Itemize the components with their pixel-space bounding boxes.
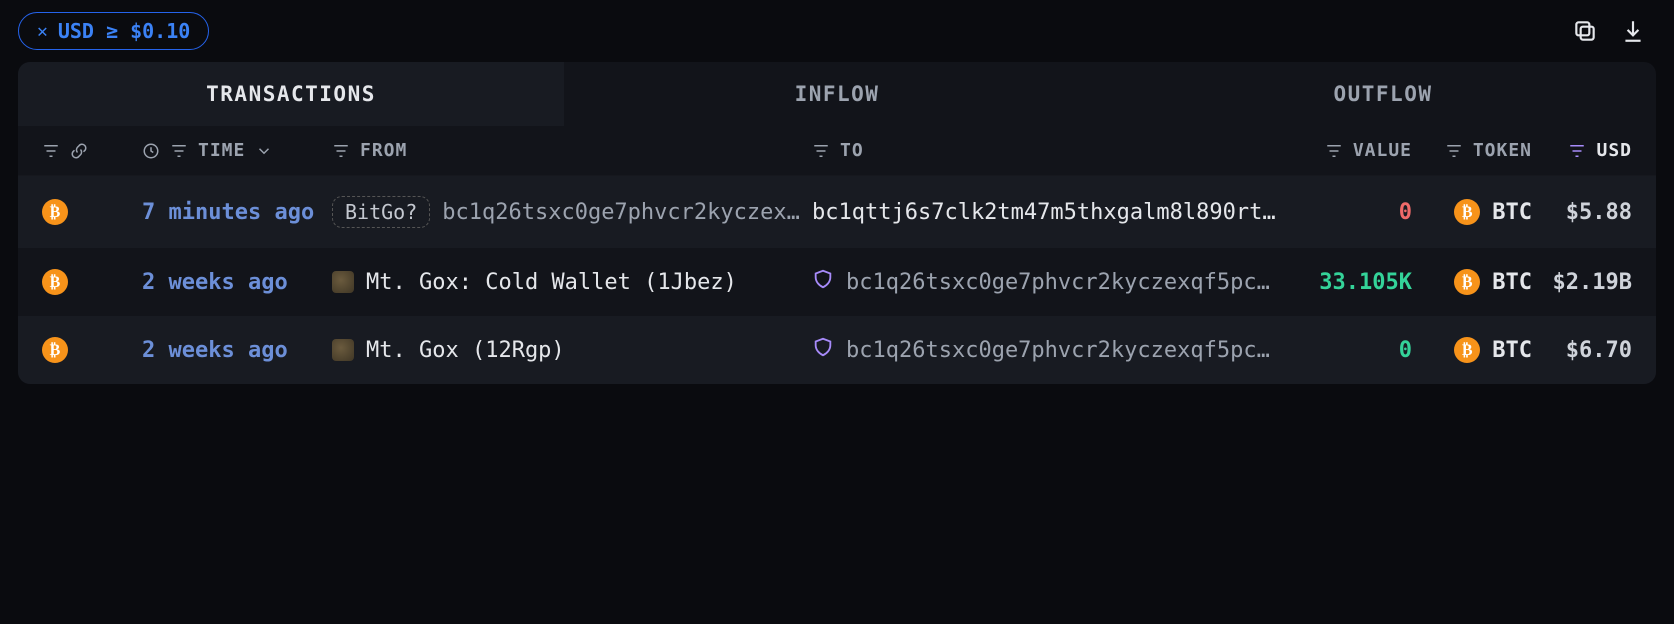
shield-icon — [812, 336, 834, 364]
header-from-label: FROM — [360, 140, 407, 161]
header-time-label: TIME — [198, 140, 245, 161]
header-chain[interactable] — [42, 142, 142, 160]
filter-chip-usd[interactable]: ✕ USD ≥ $0.10 — [18, 12, 209, 50]
time-label: 2 weeks ago — [142, 338, 288, 363]
header-value-label: VALUE — [1353, 140, 1412, 161]
token-label: BTC — [1492, 338, 1532, 363]
from-address[interactable]: bc1q26tsxc0ge7phvcr2kyczexqf… — [442, 200, 812, 225]
shield-icon — [812, 268, 834, 296]
table-row[interactable]: ₿ 7 minutes ago BitGo? bc1q26tsxc0ge7phv… — [18, 176, 1656, 248]
entity-badge[interactable]: BitGo? — [332, 196, 430, 228]
header-token[interactable]: TOKEN — [1412, 140, 1532, 161]
time-label: 7 minutes ago — [142, 200, 314, 225]
filter-icon — [332, 142, 350, 160]
filter-icon — [42, 142, 60, 160]
header-to[interactable]: TO — [812, 140, 1282, 161]
header-usd[interactable]: USD — [1532, 140, 1632, 161]
filter-icon — [170, 142, 188, 160]
from-entity[interactable]: Mt. Gox: Cold Wallet (1Jbez) — [366, 270, 737, 295]
bitcoin-icon: ₿ — [1454, 269, 1480, 295]
token-label: BTC — [1492, 270, 1532, 295]
table-row[interactable]: ₿ 2 weeks ago Mt. Gox: Cold Wallet (1Jbe… — [18, 248, 1656, 316]
usd-label: $5.88 — [1566, 200, 1632, 225]
transactions-panel: TRANSACTIONS INFLOW OUTFLOW TIME FROM TO… — [18, 62, 1656, 384]
usd-label: $6.70 — [1566, 338, 1632, 363]
value-label: 0 — [1399, 338, 1412, 363]
bitcoin-icon: ₿ — [42, 337, 68, 363]
header-token-label: TOKEN — [1473, 140, 1532, 161]
download-button[interactable] — [1620, 18, 1646, 44]
to-address[interactable]: bc1q26tsxc0ge7phvcr2kyczexqf5pcj8… — [846, 270, 1282, 295]
header-value[interactable]: VALUE — [1282, 140, 1412, 161]
chevron-down-icon — [255, 142, 273, 160]
copy-button[interactable] — [1572, 18, 1598, 44]
usd-label: $2.19B — [1553, 270, 1632, 295]
filter-icon — [812, 142, 830, 160]
from-entity[interactable]: Mt. Gox (12Rgp) — [366, 338, 565, 363]
table-row[interactable]: ₿ 2 weeks ago Mt. Gox (12Rgp) bc1q26tsxc… — [18, 316, 1656, 384]
time-label: 2 weeks ago — [142, 270, 288, 295]
bitcoin-icon: ₿ — [1454, 199, 1480, 225]
filter-icon — [1445, 142, 1463, 160]
tab-inflow[interactable]: INFLOW — [564, 62, 1110, 126]
clock-icon — [142, 142, 160, 160]
token-label: BTC — [1492, 200, 1532, 225]
header-from[interactable]: FROM — [332, 140, 812, 161]
header-to-label: TO — [840, 140, 864, 161]
header-usd-label: USD — [1596, 140, 1632, 161]
tab-outflow[interactable]: OUTFLOW — [1110, 62, 1656, 126]
entity-icon — [332, 339, 354, 361]
tab-transactions[interactable]: TRANSACTIONS — [18, 62, 564, 126]
entity-icon — [332, 271, 354, 293]
link-icon — [70, 142, 88, 160]
close-icon: ✕ — [37, 21, 48, 42]
value-label: 0 — [1399, 200, 1412, 225]
bitcoin-icon: ₿ — [42, 269, 68, 295]
filter-icon — [1568, 142, 1586, 160]
bitcoin-icon: ₿ — [1454, 337, 1480, 363]
bitcoin-icon: ₿ — [42, 199, 68, 225]
header-time[interactable]: TIME — [142, 140, 332, 161]
filter-icon — [1325, 142, 1343, 160]
value-label: 33.105K — [1319, 270, 1412, 295]
filter-chip-label: USD ≥ $0.10 — [58, 19, 190, 43]
to-address[interactable]: bc1qttj6s7clk2tm47m5thxgalm8l890rtvrku0 — [812, 200, 1282, 225]
to-address[interactable]: bc1q26tsxc0ge7phvcr2kyczexqf5pcj8… — [846, 338, 1282, 363]
